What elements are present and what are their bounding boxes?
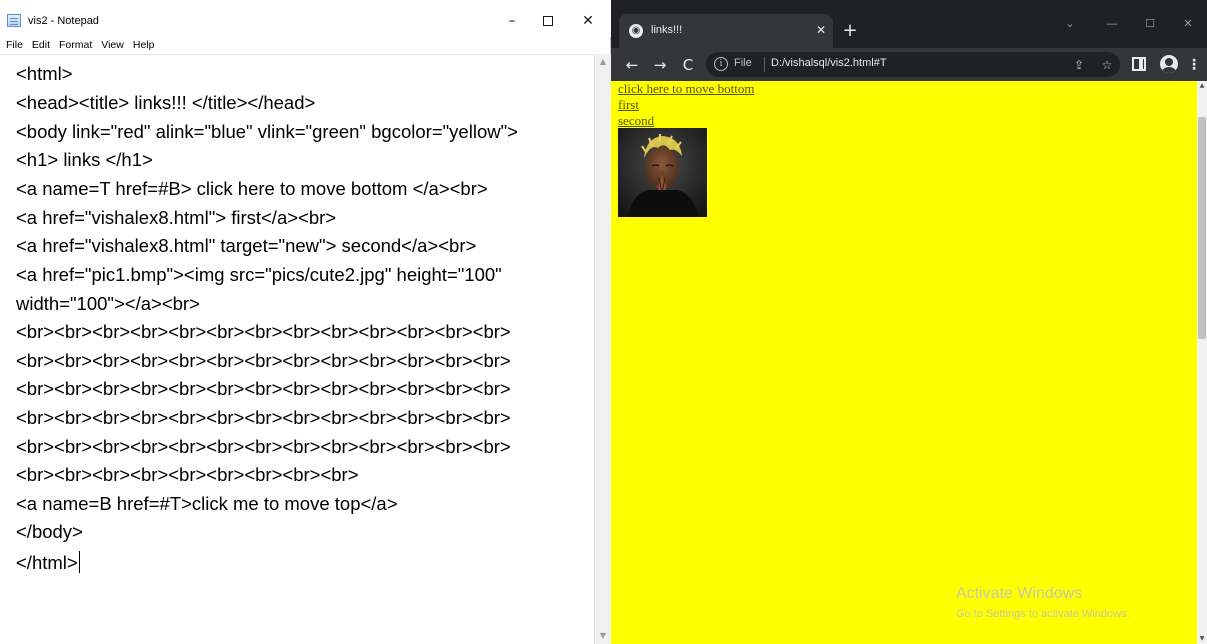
chrome-maximize-button[interactable]: ☐ <box>1135 12 1165 36</box>
notepad-window: vis2 - Notepad – ✕ File Edit Format View… <box>0 0 611 644</box>
share-icon[interactable]: ⇪ <box>1070 56 1088 74</box>
notepad-app-icon <box>7 14 21 27</box>
portrait-image <box>618 128 707 217</box>
scroll-down-arrow-icon[interactable]: ▼ <box>595 628 611 644</box>
tab-close-icon[interactable]: ✕ <box>813 22 829 38</box>
menu-edit[interactable]: Edit <box>32 37 54 54</box>
scheme-label: File <box>734 57 752 69</box>
code-line: width="100"></a><br> <box>16 293 200 314</box>
scroll-up-arrow-icon[interactable]: ▲ <box>1197 81 1207 91</box>
code-line: <body link="red" alink="blue" vlink="gre… <box>16 121 518 142</box>
code-line: <br><br><br><br><br><br><br><br><br><br>… <box>16 378 511 399</box>
reload-button[interactable]: C <box>677 54 699 76</box>
new-tab-button[interactable]: + <box>839 20 861 42</box>
code-line: <br><br><br><br><br><br><br><br><br> <box>16 464 359 485</box>
code-line: <html> <box>16 63 73 84</box>
notepad-menu-bar: File Edit Format View Help <box>0 37 611 54</box>
code-line: <a href="pic1.bmp"><img src="pics/cute2.… <box>16 264 502 285</box>
chrome-tab-strip: ◉ links!!! ✕ + ⌄ — ☐ ✕ <box>611 0 1207 48</box>
notepad-maximize-button[interactable] <box>528 8 568 34</box>
code-line: <br><br><br><br><br><br><br><br><br><br>… <box>16 436 511 457</box>
code-line: <head><title> links!!! </title></head> <box>16 92 316 113</box>
link-second[interactable]: second <box>618 113 754 129</box>
back-button[interactable]: ← <box>621 54 643 76</box>
chrome-menu-icon[interactable]: ⋮ <box>1187 55 1201 75</box>
menu-format[interactable]: Format <box>59 37 96 54</box>
chrome-minimize-button[interactable]: — <box>1097 12 1127 36</box>
page-vertical-scrollbar[interactable]: ▲ ▼ <box>1197 81 1207 644</box>
page-links: click here to move bottom first second <box>618 81 754 129</box>
notepad-window-title: vis2 - Notepad <box>28 15 99 27</box>
code-line: <br><br><br><br><br><br><br><br><br><br>… <box>16 407 511 428</box>
activate-windows-subtitle: Go to Settings to activate Windows. <box>956 608 1130 620</box>
notepad-minimize-button[interactable]: – <box>492 8 532 34</box>
code-line-text: </html> <box>16 552 78 573</box>
tab-title: links!!! <box>651 24 683 36</box>
globe-icon: ◉ <box>629 24 643 38</box>
scrollbar-thumb[interactable] <box>1198 117 1206 339</box>
link-move-bottom[interactable]: click here to move bottom <box>618 81 754 97</box>
scroll-up-arrow-icon[interactable]: ▲ <box>595 54 611 70</box>
code-line: <a name=T href=#B> click here to move bo… <box>16 178 488 199</box>
browser-tab[interactable]: ◉ links!!! ✕ <box>619 14 833 48</box>
code-line: <a href="vishalex8.html" target="new"> s… <box>16 235 477 256</box>
code-line-last: </html> <box>16 551 80 573</box>
notepad-close-button[interactable]: ✕ <box>568 8 608 34</box>
notepad-text-area[interactable]: <html> <head><title> links!!! </title></… <box>0 54 594 644</box>
chrome-close-button[interactable]: ✕ <box>1173 12 1203 36</box>
chrome-toolbar: ← → C i File D:/vishalsql/vis2.html#T ⇪ … <box>611 48 1207 81</box>
code-line: <br><br><br><br><br><br><br><br><br><br>… <box>16 321 511 342</box>
profile-avatar-icon[interactable] <box>1160 55 1178 73</box>
text-caret <box>78 551 80 573</box>
url-text[interactable]: D:/vishalsql/vis2.html#T <box>771 57 887 69</box>
info-icon[interactable]: i <box>714 57 728 71</box>
link-first[interactable]: first <box>618 97 754 113</box>
chrome-window: ◉ links!!! ✕ + ⌄ — ☐ ✕ ← → C i File D:/v… <box>611 0 1207 644</box>
code-line: </body> <box>16 521 83 542</box>
code-line: <a name=B href=#T>click me to move top</… <box>16 493 398 514</box>
side-panel-icon[interactable] <box>1132 57 1146 71</box>
menu-view[interactable]: View <box>101 37 128 54</box>
scroll-down-arrow-icon[interactable]: ▼ <box>1197 634 1207 644</box>
notepad-vertical-scrollbar[interactable]: ▲ ▼ <box>594 54 611 644</box>
notepad-title-bar[interactable]: vis2 - Notepad – ✕ <box>0 0 611 37</box>
page-image-link[interactable] <box>618 128 707 217</box>
address-bar[interactable]: i File D:/vishalsql/vis2.html#T ⇪ ☆ <box>706 52 1120 77</box>
activate-windows-title: Activate Windows <box>956 585 1083 602</box>
omnibox-divider <box>764 57 765 72</box>
forward-button[interactable]: → <box>649 54 671 76</box>
menu-help[interactable]: Help <box>133 37 159 54</box>
code-line: <a href="vishalex8.html"> first</a><br> <box>16 207 337 228</box>
code-line: <h1> links </h1> <box>16 149 153 170</box>
maximize-icon <box>543 16 553 26</box>
bookmark-star-icon[interactable]: ☆ <box>1098 56 1116 74</box>
code-line: <br><br><br><br><br><br><br><br><br><br>… <box>16 350 511 371</box>
tab-search-chevron-down-icon[interactable]: ⌄ <box>1055 12 1085 36</box>
menu-file[interactable]: File <box>6 37 27 54</box>
page-viewport: click here to move bottom first second A… <box>611 81 1197 644</box>
